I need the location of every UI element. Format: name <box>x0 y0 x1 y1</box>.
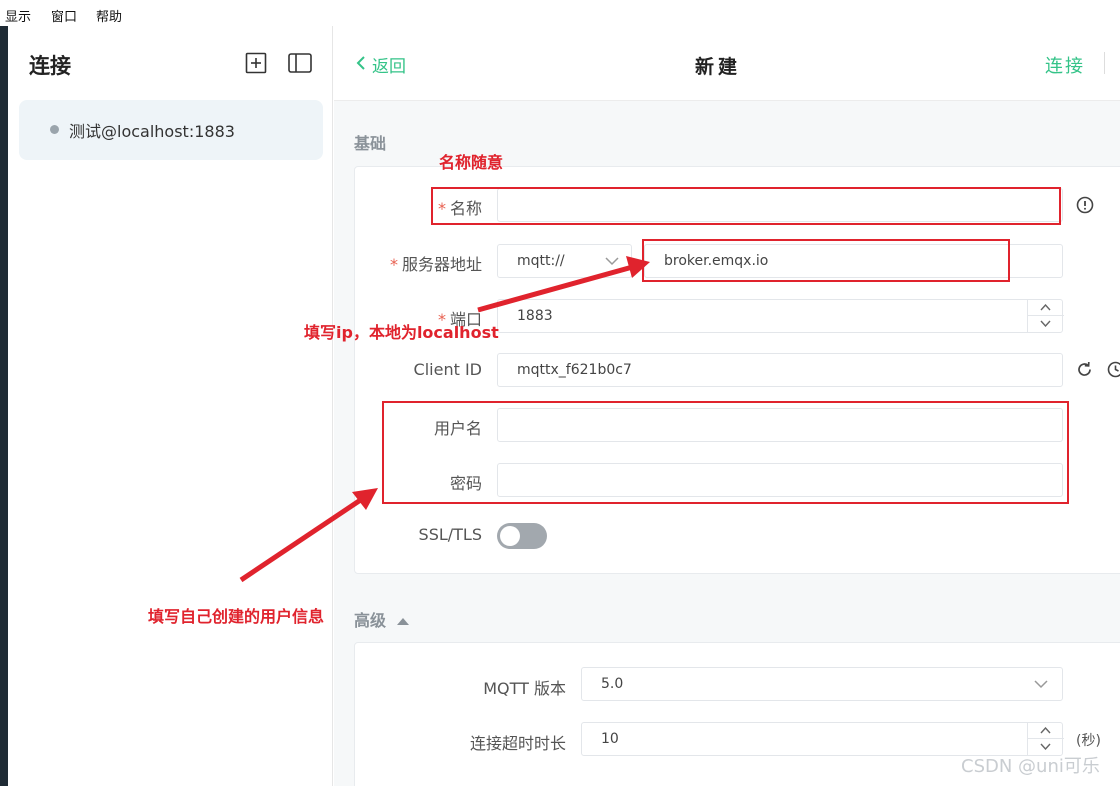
header-divider <box>1104 52 1105 74</box>
app-left-strip <box>0 26 8 786</box>
port-input[interactable]: 1883 <box>497 299 1063 333</box>
ip-note: 填写ip，本地为localhost <box>304 323 499 342</box>
connection-item[interactable]: 测试@localhost:1883 <box>19 100 323 160</box>
port-stepper[interactable] <box>1027 299 1064 333</box>
section-advanced-label[interactable]: 高级 <box>354 607 410 631</box>
section-basic-label: 基础 <box>354 134 387 153</box>
status-dot-icon <box>50 125 59 134</box>
page-header: 返回 新建 连接 <box>334 26 1120 101</box>
plus-square-icon[interactable] <box>244 51 268 75</box>
watermark: CSDN @uni可乐 <box>961 756 1100 777</box>
host-annotation-box <box>642 239 1010 282</box>
client-id-input[interactable]: mqttx_f621b0c7 <box>497 353 1063 387</box>
mqtt-version-value: 5.0 <box>601 676 624 692</box>
connect-button[interactable]: 连接 <box>1045 52 1085 78</box>
credentials-annotation-box <box>382 401 1069 504</box>
panel-layout-icon[interactable] <box>288 51 312 75</box>
chevron-down-icon <box>605 257 619 266</box>
mqtt-version-select[interactable]: 5.0 <box>581 667 1063 701</box>
chevron-up-icon <box>1040 727 1051 734</box>
chevron-up-icon <box>1040 304 1051 311</box>
user-note: 填写自己创建的用户信息 <box>148 607 325 626</box>
timeout-stepper[interactable] <box>1027 722 1064 756</box>
ssl-label: SSL/TLS <box>418 525 482 544</box>
caret-up-icon <box>396 618 409 625</box>
name-note: 名称随意 <box>439 153 504 172</box>
connections-sidebar: 连接 测试@localhost:1883 <box>8 26 333 786</box>
connect-timeout-input[interactable]: 10 <box>581 722 1063 756</box>
timeout-unit: (秒) <box>1076 733 1101 749</box>
client-id-label: Client ID <box>413 360 482 379</box>
port-value: 1883 <box>517 308 553 324</box>
name-annotation-box <box>431 187 1061 225</box>
sidebar-title: 连接 <box>29 54 71 78</box>
page-title: 新建 <box>695 56 742 78</box>
refresh-icon[interactable] <box>1076 361 1093 382</box>
back-button[interactable]: 返回 <box>372 52 406 77</box>
connect-timeout-label: 连接超时时长 <box>469 734 566 753</box>
chevron-down-icon <box>1040 320 1051 327</box>
menu-help[interactable]: 帮助 <box>96 6 122 25</box>
toggle-knob <box>500 526 520 546</box>
protocol-select[interactable]: mqtt:// <box>497 244 632 278</box>
info-circle-icon[interactable] <box>1076 196 1094 218</box>
chevron-left-icon[interactable] <box>355 55 367 75</box>
connection-label: 测试@localhost:1883 <box>69 122 235 141</box>
chevron-down-icon <box>1034 680 1048 689</box>
clock-icon[interactable] <box>1107 361 1120 382</box>
connect-timeout-value: 10 <box>601 731 619 747</box>
menu-display[interactable]: 显示 <box>5 6 31 25</box>
server-label: * 服务器地址 <box>389 255 482 274</box>
ssl-toggle[interactable] <box>497 523 547 549</box>
menu-window[interactable]: 窗口 <box>51 6 77 25</box>
chevron-down-icon <box>1040 743 1051 750</box>
protocol-value: mqtt:// <box>517 253 565 269</box>
menubar: 显示 窗口 帮助 <box>0 0 1120 26</box>
mqtt-version-label: MQTT 版本 <box>483 679 566 698</box>
